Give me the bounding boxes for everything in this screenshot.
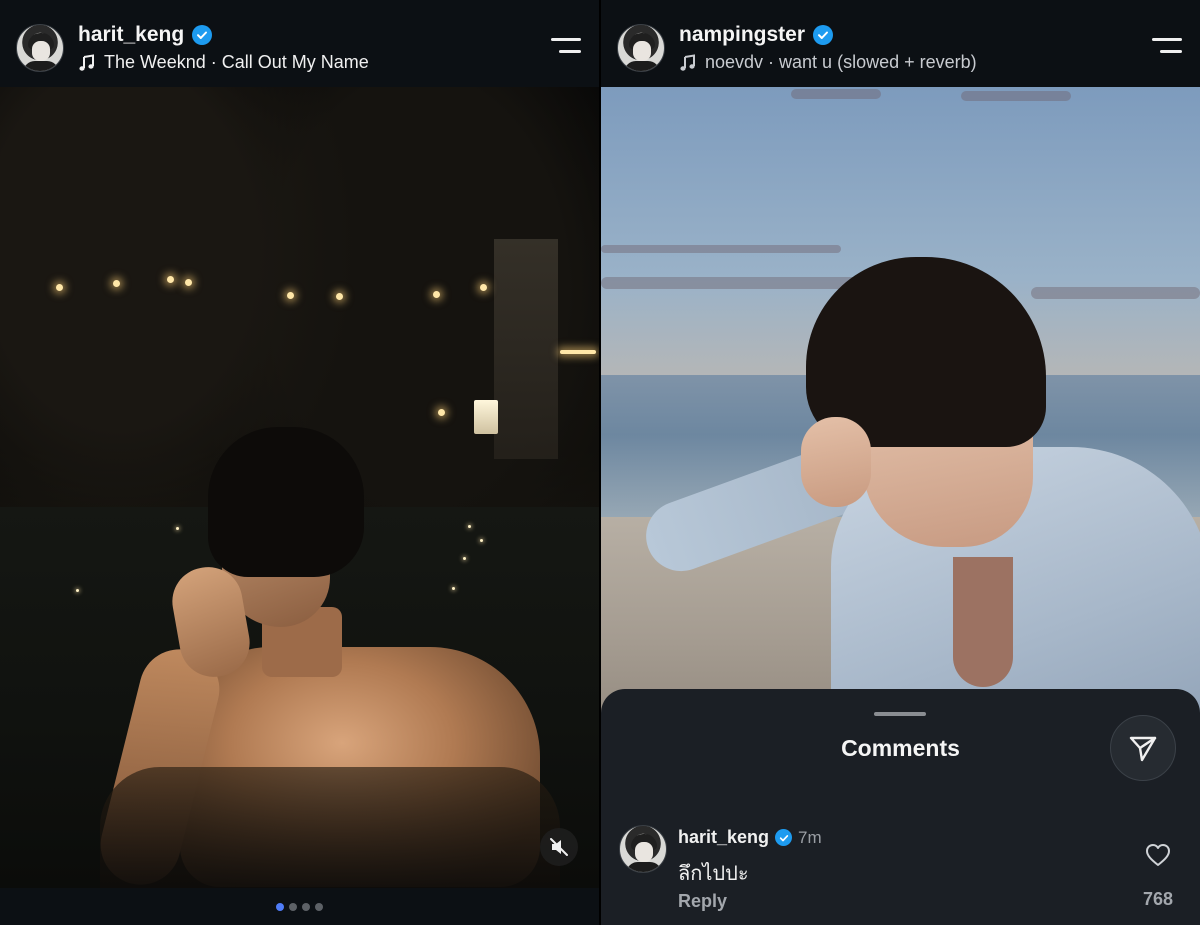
username-row: nampingster xyxy=(679,23,834,47)
comment-header: harit_keng 7m xyxy=(678,827,822,848)
music-row[interactable]: noevdv · want u (slowed + reverb) xyxy=(679,52,977,73)
music-label: The Weeknd · Call Out My Name xyxy=(104,52,369,72)
send-icon xyxy=(1129,736,1157,762)
carousel-dot xyxy=(276,902,284,911)
comments-sheet: Comments harit_keng 7m ลึกไปปะ Reply 768 xyxy=(601,689,1200,925)
avatar[interactable] xyxy=(16,24,64,72)
reply-button[interactable]: Reply xyxy=(678,891,727,912)
comment-username[interactable]: harit_keng xyxy=(678,827,769,848)
music-row[interactable]: The Weeknd · Call Out My Name xyxy=(78,52,369,73)
carousel-indicator xyxy=(0,888,599,925)
mute-icon xyxy=(550,838,568,856)
music-note-icon xyxy=(79,53,94,71)
comment-text: ลึกไปปะ xyxy=(678,863,749,885)
carousel-dot xyxy=(302,902,310,911)
carousel-dot xyxy=(315,902,323,911)
menu-icon[interactable] xyxy=(1152,38,1182,56)
username[interactable]: nampingster xyxy=(679,23,805,47)
menu-icon[interactable] xyxy=(551,38,581,56)
post-photo xyxy=(0,87,599,888)
drag-handle[interactable] xyxy=(874,712,926,716)
verified-badge-icon xyxy=(192,25,213,45)
carousel-dot xyxy=(289,902,297,911)
like-count: 768 xyxy=(1142,889,1174,909)
verified-badge-icon xyxy=(813,25,834,45)
comment-time: 7m xyxy=(798,827,822,847)
verified-badge-icon xyxy=(775,829,793,846)
right-post-header: nampingster noevdv · want u (slowed + re… xyxy=(601,0,1200,87)
mute-button[interactable] xyxy=(540,828,578,866)
avatar[interactable] xyxy=(619,825,667,873)
post-photo xyxy=(601,87,1200,727)
username-row: harit_keng xyxy=(78,23,213,47)
music-label: noevdv · want u (slowed + reverb) xyxy=(705,52,977,72)
heart-icon[interactable] xyxy=(1145,843,1171,867)
left-post: harit_keng The Weeknd · Call Out My Name xyxy=(0,0,599,925)
right-post: nampingster noevdv · want u (slowed + re… xyxy=(601,0,1200,925)
username[interactable]: harit_keng xyxy=(78,23,184,47)
comment-item: harit_keng 7m ลึกไปปะ Reply 768 xyxy=(601,819,1200,925)
music-note-icon xyxy=(680,53,695,71)
left-post-header: harit_keng The Weeknd · Call Out My Name xyxy=(0,0,599,87)
share-button[interactable] xyxy=(1110,715,1176,781)
avatar[interactable] xyxy=(617,24,665,72)
